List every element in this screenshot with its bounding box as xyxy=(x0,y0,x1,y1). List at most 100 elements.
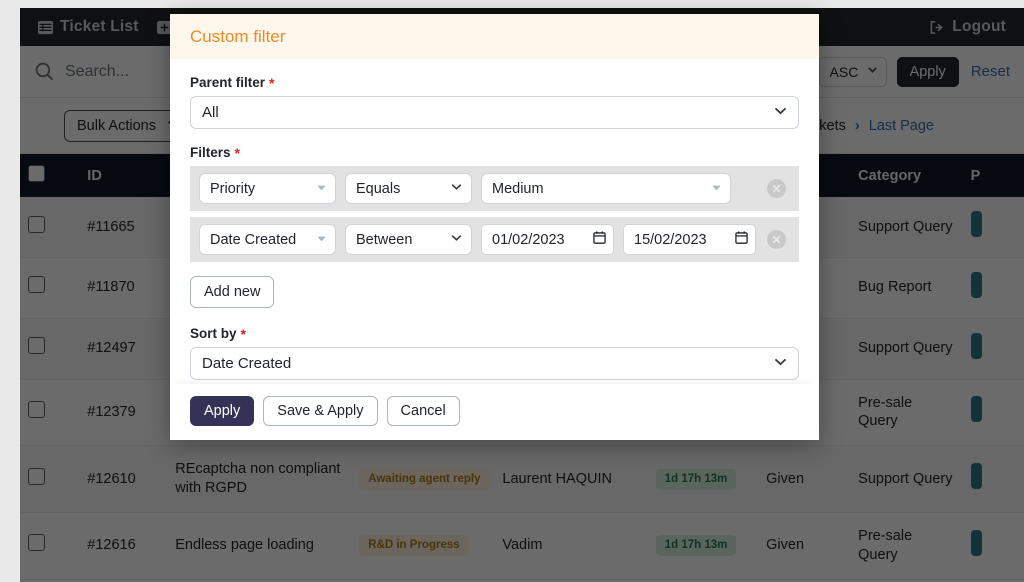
cell-priority xyxy=(963,197,1024,257)
cell-time: 1d 17h 13m xyxy=(648,446,758,513)
parent-filter-select[interactable]: All xyxy=(190,96,799,129)
last-page-link[interactable]: Last Page xyxy=(869,118,934,134)
filter-row: Date Created Between xyxy=(190,217,799,262)
cell-id: #12610 xyxy=(79,446,167,513)
cell-given: Given xyxy=(758,512,850,579)
row-checkbox[interactable] xyxy=(28,276,45,293)
header-category[interactable]: Category xyxy=(850,154,962,197)
cell-id: #12616 xyxy=(79,512,167,579)
header-priority[interactable]: P xyxy=(963,154,1024,197)
sort-by-label: Sort by * xyxy=(190,326,799,341)
cell-priority xyxy=(963,512,1024,579)
add-new-filter-button[interactable]: Add new xyxy=(190,276,274,308)
row-checkbox[interactable] xyxy=(28,401,45,418)
navbar-right-items: Logout xyxy=(929,18,1006,36)
row-select-cell[interactable] xyxy=(20,197,79,257)
filter-field-select-wrap: Priority xyxy=(199,173,336,204)
cell-status: R&D in Progress xyxy=(351,512,494,579)
cell-subject: Endless page loading xyxy=(167,512,351,579)
cell-given: Given xyxy=(758,446,850,513)
header-id[interactable]: ID xyxy=(79,154,167,197)
parent-filter-label-text: Parent filter xyxy=(190,75,265,90)
sort-by-field: Date Created xyxy=(190,347,799,380)
status-badge: Awaiting agent reply xyxy=(359,469,489,490)
navbar-left-items: Ticket List N xyxy=(38,18,190,36)
filter-value-select[interactable]: Medium xyxy=(481,173,731,204)
row-checkbox[interactable] xyxy=(28,337,45,354)
status-badge: R&D in Progress xyxy=(359,535,468,556)
next-page-chevron-icon[interactable]: › xyxy=(855,118,860,134)
sort-order-select-wrap: ASC xyxy=(819,57,887,87)
filter-operator-select[interactable]: Between xyxy=(345,224,472,255)
cell-priority xyxy=(963,446,1024,513)
row-checkbox[interactable] xyxy=(28,468,45,485)
row-select-cell[interactable] xyxy=(20,446,79,513)
cell-priority xyxy=(963,379,1024,446)
filter-field-select[interactable]: Date Created xyxy=(199,224,336,255)
table-list-icon xyxy=(38,20,53,35)
cell-user: Vadim xyxy=(494,512,647,579)
row-select-cell[interactable] xyxy=(20,257,79,318)
clear-circle-icon[interactable]: ✕ xyxy=(767,230,786,249)
cancel-button[interactable]: Cancel xyxy=(387,396,460,426)
nav-item-ticket-list[interactable]: Ticket List xyxy=(38,18,139,36)
row-select-cell[interactable] xyxy=(20,318,79,379)
modal-header: Custom filter xyxy=(170,14,819,59)
cell-priority xyxy=(963,257,1024,318)
priority-pill xyxy=(971,211,982,237)
priority-pill xyxy=(971,272,982,298)
apply-button-toolbar[interactable]: Apply xyxy=(897,57,959,87)
priority-pill xyxy=(971,463,982,489)
sort-order-select[interactable]: ASC xyxy=(819,57,887,87)
custom-filter-modal: Custom filter Parent filter * All Filter… xyxy=(170,14,819,440)
row-select-cell[interactable] xyxy=(20,512,79,579)
required-asterisk: * xyxy=(241,327,246,341)
app-root: Ticket List N xyxy=(0,0,1024,582)
cell-category: Pre-sale Query xyxy=(850,379,962,446)
required-asterisk: * xyxy=(269,76,274,90)
time-badge: 1d 17h 13m xyxy=(656,535,737,556)
cell-category: Bug Report xyxy=(850,257,962,318)
table-row[interactable]: #12610REcaptcha non compliant with RGPD A… xyxy=(20,446,1024,513)
cell-category: Support Query xyxy=(850,318,962,379)
priority-pill xyxy=(971,333,982,359)
filters-label: Filters * xyxy=(190,145,799,160)
table-row[interactable]: #12616Endless page loading R&D in Progres… xyxy=(20,512,1024,579)
filter-operator-select-wrap: Equals xyxy=(345,173,472,204)
cell-id: #12497 xyxy=(79,318,167,379)
select-all-checkbox[interactable] xyxy=(28,165,45,182)
sort-by-label-text: Sort by xyxy=(190,326,237,341)
cell-id: #12379 xyxy=(79,379,167,446)
parent-filter-label: Parent filter * xyxy=(190,75,799,90)
reset-link[interactable]: Reset xyxy=(971,63,1010,80)
cell-category: Support Query xyxy=(850,446,962,513)
row-select-cell[interactable] xyxy=(20,379,79,446)
search-icon xyxy=(34,61,55,82)
date-to-input[interactable] xyxy=(623,224,756,255)
sort-by-select[interactable]: Date Created xyxy=(190,347,799,380)
modal-title: Custom filter xyxy=(190,27,799,47)
required-asterisk: * xyxy=(235,146,240,160)
cell-status: Awaiting agent reply xyxy=(351,446,494,513)
nav-item-logout[interactable]: Logout xyxy=(929,18,1006,36)
filter-row: Priority Equals xyxy=(190,166,799,211)
priority-pill xyxy=(971,396,982,422)
date-from-input[interactable] xyxy=(481,224,614,255)
parent-filter-field: All xyxy=(190,96,799,129)
cell-subject: REcaptcha non compliant with RGPD xyxy=(167,446,351,513)
row-checkbox[interactable] xyxy=(28,534,45,551)
modal-body: Parent filter * All Filters * xyxy=(170,59,819,440)
nav-label-logout: Logout xyxy=(952,18,1006,36)
filter-operator-select[interactable]: Equals xyxy=(345,173,472,204)
filter-field-select[interactable]: Priority xyxy=(199,173,336,204)
clear-circle-icon[interactable]: ✕ xyxy=(767,179,786,198)
apply-button[interactable]: Apply xyxy=(190,396,254,426)
save-apply-button[interactable]: Save & Apply xyxy=(263,396,377,426)
logout-icon xyxy=(929,20,945,35)
date-from-wrap xyxy=(481,224,614,255)
cell-id: #11870 xyxy=(79,257,167,318)
cell-category: Pre-sale Query xyxy=(850,512,962,579)
cell-user: Laurent HAQUIN xyxy=(494,446,647,513)
row-checkbox[interactable] xyxy=(28,216,45,233)
header-select-all[interactable] xyxy=(20,154,79,197)
